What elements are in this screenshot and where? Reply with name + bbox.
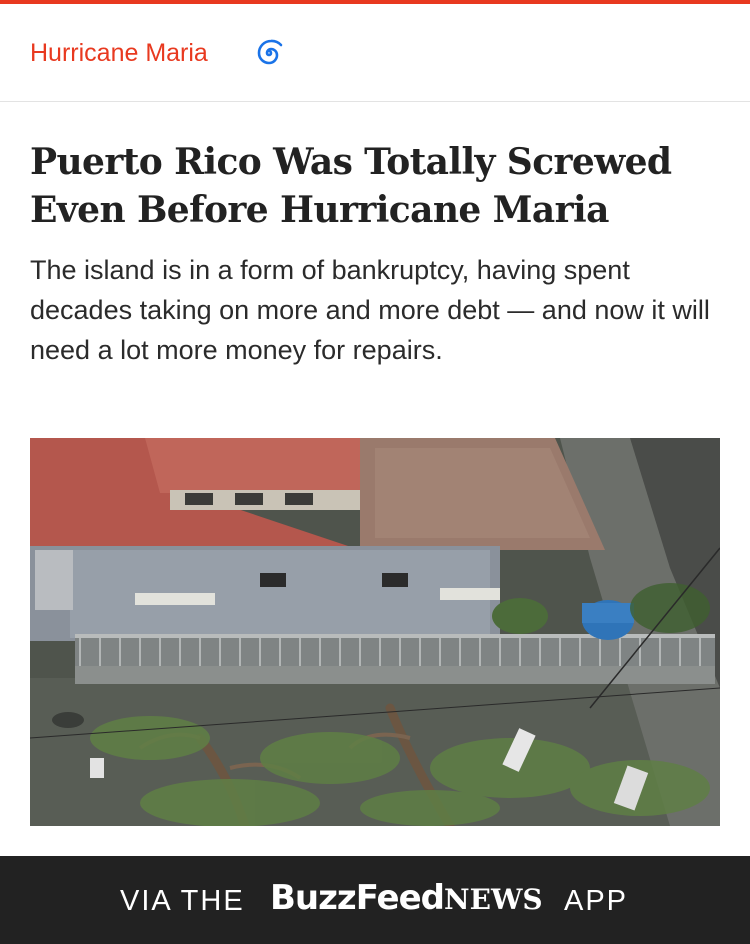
hurricane-spiral-icon [257,39,283,65]
article-headline[interactable]: Puerto Rico Was Totally Screwed Even Bef… [30,138,720,234]
footer-via-text: VIA THE [120,885,245,917]
app-promo-footer[interactable]: VIA THE BuzzFeedNEWS APP [0,856,750,944]
topic-header[interactable]: Hurricane Maria [0,4,750,102]
storm-damage-photo [30,438,720,826]
article-photo[interactable] [30,438,720,826]
brand-buzzfeed: BuzzFeed [270,878,445,918]
brand-news: NEWS [444,883,543,916]
footer-app-text: APP [564,885,629,917]
article-dek: The island is in a form of bankruptcy, h… [30,255,710,365]
topic-label[interactable]: Hurricane Maria [30,39,208,68]
buzzfeed-news-logo: BuzzFeedNEWS [270,878,543,918]
